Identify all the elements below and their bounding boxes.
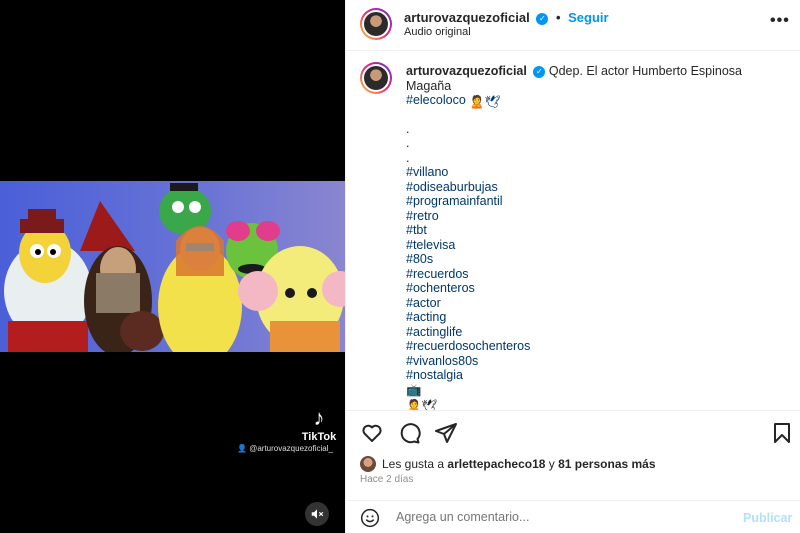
hashtag[interactable]: #retro xyxy=(406,209,786,224)
mute-button[interactable] xyxy=(305,502,329,526)
verified-icon: ✓ xyxy=(536,12,549,25)
dot-line: . xyxy=(406,136,410,150)
hashtag[interactable]: #nostalgia xyxy=(406,368,786,383)
more-options-button[interactable]: ••• xyxy=(770,12,790,30)
post-header: arturovazquezoficial ✓ • Seguir Audio or… xyxy=(346,0,800,51)
caption-avatar[interactable] xyxy=(360,62,392,94)
action-bar xyxy=(346,410,800,454)
hashtag[interactable]: #programainfantil xyxy=(406,194,786,209)
comment-bar: Publicar xyxy=(346,500,800,533)
hashtag[interactable]: #actinglife xyxy=(406,325,786,340)
hashtag[interactable]: #vivanlos80s xyxy=(406,354,786,369)
liker-username[interactable]: arlettepacheco18 xyxy=(447,457,545,471)
dot-line: . xyxy=(406,150,410,165)
hashtag[interactable]: #televisa xyxy=(406,238,786,253)
tv-emoji-icon: 📺 xyxy=(406,382,422,397)
emoji-smile-icon[interactable] xyxy=(360,508,380,528)
hashtag[interactable]: #villano xyxy=(406,165,786,180)
hashtag[interactable]: #recuerdosochenteros xyxy=(406,339,786,354)
tiktok-label: TikTok xyxy=(301,431,337,443)
user-icon: 👤 xyxy=(237,444,247,453)
heart-icon[interactable] xyxy=(360,421,384,445)
hashtag-elecoloco[interactable]: #elecoloco xyxy=(406,93,466,107)
video-frame xyxy=(0,181,345,352)
likes-summary[interactable]: Les gusta a arlettepacheco18 y 81 person… xyxy=(360,456,656,472)
tiktok-username: 👤 @arturovazquezoficial_ xyxy=(237,444,333,453)
post-timestamp[interactable]: Hace 2 días xyxy=(360,474,413,485)
separator-dot: • xyxy=(555,10,561,25)
tiktok-icon: ♪ xyxy=(313,405,325,430)
caption-text: arturovazquezoficial ✓ Qdep. El actor Hu… xyxy=(406,64,786,410)
share-icon[interactable] xyxy=(434,421,458,445)
liker-avatar xyxy=(360,456,376,472)
likes-count[interactable]: 81 personas más xyxy=(558,457,655,471)
audio-link[interactable]: Audio original xyxy=(404,26,471,38)
people-emoji-icon: 🙎 xyxy=(406,398,422,410)
hashtag[interactable]: #odiseaburbujas xyxy=(406,180,786,195)
bookmark-icon[interactable] xyxy=(770,421,794,445)
hashtag[interactable]: #actor xyxy=(406,296,786,311)
hashtag[interactable]: #ochenteros xyxy=(406,281,786,296)
people-emoji-icon: 🙎 xyxy=(469,94,485,109)
dot-line: . xyxy=(406,121,410,136)
bird-emoji-icon: 🕊 xyxy=(421,398,438,410)
post-viewer: ♪ TikTok 👤 @arturovazquezoficial_ arturo… xyxy=(0,0,800,533)
hashtag[interactable]: #tbt xyxy=(406,223,786,238)
caption-username[interactable]: arturovazquezoficial xyxy=(406,64,527,78)
post-side-panel: arturovazquezoficial ✓ • Seguir Audio or… xyxy=(345,0,800,533)
hashtag[interactable]: #acting xyxy=(406,310,786,325)
verified-icon: ✓ xyxy=(533,65,546,78)
comment-input[interactable] xyxy=(396,510,716,524)
bird-emoji-icon: 🕊 xyxy=(484,94,501,109)
hashtag[interactable]: #80s xyxy=(406,252,786,267)
follow-button[interactable]: Seguir xyxy=(568,10,608,25)
hashtag[interactable]: #recuerdos xyxy=(406,267,786,282)
header-user-line: arturovazquezoficial ✓ • Seguir xyxy=(404,10,609,25)
comment-icon[interactable] xyxy=(397,421,421,445)
caption-area: arturovazquezoficial ✓ Qdep. El actor Hu… xyxy=(346,52,800,410)
video-player[interactable]: ♪ TikTok 👤 @arturovazquezoficial_ xyxy=(0,0,345,533)
speaker-muted-icon xyxy=(311,509,324,519)
ellipsis-icon: ••• xyxy=(770,12,790,29)
publish-button[interactable]: Publicar xyxy=(743,511,792,525)
header-username[interactable]: arturovazquezoficial xyxy=(404,10,530,25)
avatar[interactable] xyxy=(360,8,392,40)
tiktok-watermark: ♪ TikTok xyxy=(298,405,340,444)
